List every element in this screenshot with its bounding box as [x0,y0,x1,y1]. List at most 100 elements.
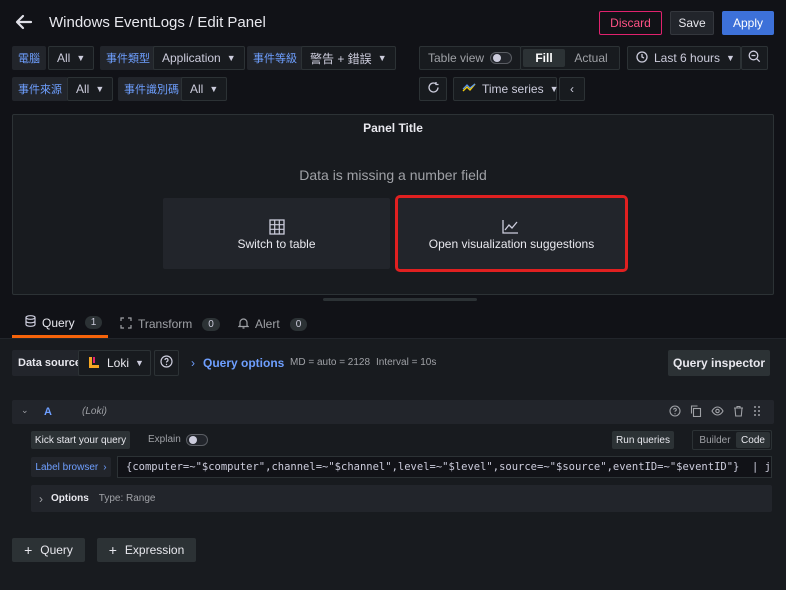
chevron-right-icon: › [39,491,43,506]
panel-title: Panel Title [363,121,423,135]
transform-icon [120,316,132,332]
label-browser-button[interactable]: Label browser › [31,457,111,477]
time-series-icon [462,82,476,96]
code-label-key: source [499,461,538,473]
switch-to-table-card[interactable]: Switch to table [163,198,390,269]
tab-count-badge: 1 [84,316,103,329]
variable-select-level[interactable]: 警告 + 錯誤 ▼ [301,46,396,70]
database-icon [25,315,36,330]
variable-select-event-id[interactable]: All ▼ [181,77,228,101]
drag-handle-icon[interactable] [753,405,761,420]
time-range-label: Last 6 hours [654,51,721,65]
plus-icon: + [108,542,117,558]
chevron-down-icon: ▼ [549,84,559,94]
query-row-header [12,400,774,424]
toggle-switch[interactable] [490,52,513,64]
tab-query[interactable]: Query 1 [12,310,108,338]
options-label: Options [51,493,89,504]
md-info: MD = auto = 2128 [290,357,371,368]
panel-resize-handle[interactable] [323,298,477,301]
variable-select-computer[interactable]: All ▼ [48,46,95,70]
open-suggestions-card[interactable]: Open visualization suggestions [395,195,628,272]
no-data-message: Data is missing a number field [299,167,487,183]
add-expression-button[interactable]: + Expression [97,538,196,562]
save-button[interactable]: Save [670,11,714,35]
code-operator: =~ [657,461,670,473]
tab-transform[interactable]: Transform 0 [120,310,220,338]
actual-button[interactable]: Actual [565,49,617,67]
table-view-toggle[interactable]: Table view [419,46,522,70]
open-suggestions-label: Open visualization suggestions [428,237,595,251]
refresh-button[interactable] [419,77,447,101]
add-query-label: Query [40,543,73,557]
apply-button[interactable]: Apply [722,11,774,35]
refresh-icon [427,81,440,97]
variable-label-event-id: 事件識別碼 [118,77,185,101]
kick-start-button[interactable]: Kick start your query [31,431,130,449]
chevron-down-icon: ▼ [209,84,219,94]
help-icon[interactable] [669,405,681,420]
zoom-out-button[interactable] [741,46,768,70]
discard-button[interactable]: Discard [599,11,662,35]
interval-info: Interval = 10s [376,357,437,368]
duplicate-icon[interactable] [690,405,702,420]
variable-label-computer: 電腦 [12,46,46,70]
chevron-right-icon: › [191,356,195,370]
code-operator: =~ [315,461,329,473]
data-source-name: Loki [107,356,130,370]
code-operator: =~ [429,461,443,473]
collapse-options-button[interactable]: ‹ [559,77,585,101]
run-queries-button[interactable]: Run queries [612,431,674,449]
clock-icon [636,50,648,66]
code-label-key: level [397,461,430,473]
tab-count-badge: 0 [289,317,308,331]
tab-count-badge: 0 [202,317,220,331]
visualization-picker[interactable]: Time series ▼ [453,77,559,101]
fill-button[interactable]: Fill [523,49,565,67]
tab-label: Query [42,315,75,330]
panel: Panel Title Data is missing a number fie… [12,114,774,295]
variable-value: All [57,51,71,65]
code-operator: =~ [537,461,550,473]
eye-icon[interactable] [711,405,724,420]
add-expression-label: Expression [124,543,185,557]
query-options-toggle[interactable]: › Query options [191,350,284,376]
query-row-actions [669,405,761,420]
variable-select-type[interactable]: Application ▼ [153,46,245,70]
variable-label-level: 事件等級 [247,46,303,70]
options-type: Type: Range [98,493,156,504]
zoom-out-icon [748,50,761,66]
explain-label: Explain [148,434,181,445]
query-ref-id[interactable]: A [44,406,52,418]
builder-mode-button[interactable]: Builder [694,432,736,448]
code-pipeline: } | json [733,461,771,473]
explain-toggle[interactable] [186,434,208,446]
chevron-down-icon: ▼ [76,53,86,63]
query-inspector-button[interactable]: Query inspector [668,350,770,376]
loki-logo-icon [87,355,101,372]
code-operator: =~ [182,461,196,473]
tab-alert[interactable]: Alert 0 [237,310,308,338]
data-source-select[interactable]: Loki ▼ [78,350,151,376]
query-datasource-name: (Loki) [82,406,108,417]
data-source-help-button[interactable] [154,350,179,376]
page-title: Windows EventLogs / Edit Panel [49,14,266,31]
graph-icon [502,219,519,237]
code-mode-button[interactable]: Code [736,432,770,448]
back-arrow-icon[interactable] [14,12,38,34]
plus-icon: + [24,542,33,558]
add-query-button[interactable]: + Query [12,538,85,562]
time-range-picker[interactable]: Last 6 hours ▼ [627,46,741,70]
code-label-value: "$eventID" [669,461,734,473]
tab-label: Alert [255,317,280,331]
trash-icon[interactable] [733,405,744,420]
variable-select-source[interactable]: All ▼ [67,77,114,101]
data-source-label: Data source [12,350,87,376]
tab-label: Transform [138,317,193,331]
options-row[interactable]: › Options Type: Range [31,485,772,512]
collapse-query-icon[interactable]: ⌄ [21,405,29,416]
query-code-input[interactable]: { computer =~ "$computer", channel =~ "$chann… [117,456,772,478]
code-label-key: channel [271,461,316,473]
chevron-down-icon: ▼ [95,84,105,94]
variable-value: 警告 + 錯誤 [310,51,372,66]
